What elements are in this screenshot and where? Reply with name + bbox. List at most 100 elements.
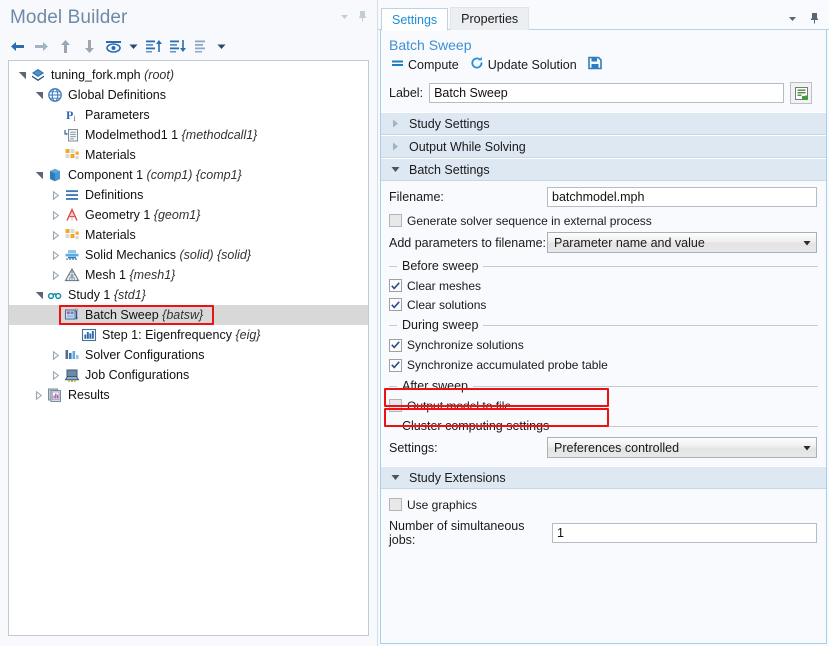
move-down-icon[interactable] — [78, 35, 100, 57]
tree-collapse-arrow-icon[interactable] — [49, 270, 63, 280]
back-icon[interactable] — [6, 35, 28, 57]
tree-node-label: Batch Sweep — [85, 308, 159, 322]
group-line — [473, 385, 818, 387]
cluster-settings-label: Settings: — [389, 440, 438, 455]
compute-button[interactable]: Compute — [391, 57, 459, 72]
tree-collapse-arrow-icon[interactable] — [49, 350, 63, 360]
tree-node-batch-sweep[interactable]: p Batch Sweep {batsw} — [9, 305, 368, 325]
select-value: Parameter name and value — [554, 235, 705, 250]
section-study-extensions[interactable]: Study Extensions — [381, 466, 826, 489]
collapse-menu-icon[interactable] — [783, 9, 801, 27]
tree-node-component-1[interactable]: Component 1 (comp1) {comp1} — [9, 165, 368, 185]
tree-collapse-arrow-icon[interactable] — [49, 210, 63, 220]
tree-node-tuning-fork-mph[interactable]: tuning_fork.mph (root) — [9, 65, 368, 85]
synchronize-solutions-checkbox[interactable]: Synchronize solutions — [389, 335, 818, 355]
chevron-down-icon — [798, 445, 816, 451]
settings-header-controls — [783, 9, 829, 30]
study-icon — [46, 287, 64, 303]
chevron-right-icon — [387, 119, 403, 128]
tree-node-results[interactable]: Results — [9, 385, 368, 405]
tree-expand-arrow-icon[interactable] — [32, 291, 46, 300]
rename-icon[interactable] — [790, 82, 813, 104]
group-line — [483, 265, 818, 267]
tree-node-modelmethod1-1[interactable]: Modelmethod1 1 {methodcall1} — [9, 125, 368, 145]
expand-all-icon[interactable] — [142, 35, 164, 57]
tree-node-solid-mechanics[interactable]: Solid Mechanics (solid) {solid} — [9, 245, 368, 265]
group-label: Before sweep — [402, 259, 479, 273]
checkbox-box — [389, 338, 402, 352]
tree-node-global-definitions[interactable]: Global Definitions — [9, 85, 368, 105]
settings-node-title: Batch Sweep — [389, 37, 472, 53]
generate-solver-sequence-checkbox[interactable]: Generate solver sequence in external pro… — [389, 211, 818, 230]
synchronize-probe-table-checkbox[interactable]: Synchronize accumulated probe table — [389, 355, 818, 375]
tree-node-label: Component 1 — [68, 168, 144, 182]
label-input[interactable]: Batch Sweep — [429, 83, 785, 103]
tree-collapse-arrow-icon[interactable] — [49, 250, 63, 260]
section-title: Study Extensions — [409, 470, 506, 485]
tree-collapse-arrow-icon[interactable] — [49, 190, 63, 200]
pin-icon[interactable] — [805, 9, 823, 27]
tree-node-step-1-eigenfrequency[interactable]: Step 1: Eigenfrequency {eig} — [9, 325, 368, 345]
tree-node-materials[interactable]: Materials — [9, 225, 368, 245]
collapse-menu-icon[interactable] — [335, 7, 353, 25]
checkbox-label: Use graphics — [407, 497, 478, 512]
tree-collapse-arrow-icon[interactable] — [49, 370, 63, 380]
section-output-while-solving[interactable]: Output While Solving — [381, 135, 826, 158]
clear-solutions-checkbox[interactable]: Clear solutions — [389, 295, 818, 314]
move-up-icon[interactable] — [54, 35, 76, 57]
show-dropdown-icon[interactable] — [126, 35, 140, 57]
simultaneous-jobs-input[interactable]: 1 — [552, 523, 817, 543]
settings-tab-row: Settings Properties — [378, 0, 829, 31]
tab-settings[interactable]: Settings — [381, 8, 449, 31]
cluster-settings-row: Settings: Preferences controlled — [389, 437, 818, 458]
clear-meshes-checkbox[interactable]: Clear meshes — [389, 276, 818, 295]
model-tree: tuning_fork.mph (root) Global Definitions… — [9, 61, 368, 405]
forward-icon[interactable] — [30, 35, 52, 57]
tree-node-parameters[interactable]: Pi Parameters — [9, 105, 368, 125]
materials-icon — [63, 147, 81, 163]
model-builder-header: Model Builder — [0, 0, 377, 32]
update-solution-button[interactable]: Update Solution — [470, 56, 577, 73]
group-dash — [389, 425, 397, 427]
component-icon — [46, 167, 64, 183]
tree-expand-arrow-icon[interactable] — [15, 71, 29, 80]
tree-node-materials[interactable]: Materials — [9, 145, 368, 165]
filename-label: Filename: — [389, 190, 444, 204]
settings-action-toolbar: Compute Update Solution — [381, 55, 826, 79]
update-solution-label: Update Solution — [487, 57, 577, 72]
tree-node-tag: (root) — [144, 68, 174, 82]
show-icon[interactable] — [102, 35, 124, 57]
save-icon — [587, 56, 602, 73]
group-label: After sweep — [402, 379, 469, 393]
use-graphics-checkbox[interactable]: Use graphics — [389, 495, 818, 514]
output-model-to-file-checkbox[interactable]: Output model to file — [389, 396, 818, 415]
tree-node-label: Modelmethod1 1 — [85, 128, 179, 142]
section-title: Study Settings — [409, 116, 490, 131]
save-button[interactable] — [587, 56, 602, 73]
section-study-settings[interactable]: Study Settings — [381, 112, 826, 135]
tree-node-mesh-1[interactable]: Mesh 1 {mesh1} — [9, 265, 368, 285]
tree-collapse-arrow-icon[interactable] — [49, 230, 63, 240]
tree-node-study-1[interactable]: Study 1 {std1} — [9, 285, 368, 305]
tab-properties[interactable]: Properties — [450, 7, 530, 30]
section-batch-settings[interactable]: Batch Settings — [381, 158, 826, 181]
add-parameters-select[interactable]: Parameter name and value — [547, 232, 817, 253]
group-dash — [389, 385, 397, 387]
tree-expand-arrow-icon[interactable] — [32, 171, 46, 180]
checkbox-label: Clear solutions — [407, 297, 487, 312]
tree-node-geometry-1[interactable]: Geometry 1 {geom1} — [9, 205, 368, 225]
tree-node-solver-configurations[interactable]: Solver Configurations — [9, 345, 368, 365]
tree-expand-arrow-icon[interactable] — [32, 91, 46, 100]
cluster-settings-select[interactable]: Preferences controlled — [547, 437, 817, 458]
collapse-all-icon[interactable] — [166, 35, 188, 57]
tree-collapse-arrow-icon[interactable] — [32, 390, 46, 400]
svg-text:P: P — [66, 108, 73, 122]
tree-options-dropdown-icon[interactable] — [214, 35, 228, 57]
refresh-icon — [470, 56, 484, 73]
tree-options-icon[interactable] — [190, 35, 212, 57]
pin-icon[interactable] — [353, 7, 371, 25]
filename-input[interactable]: batchmodel.mph — [547, 187, 817, 207]
tree-node-definitions[interactable]: Definitions — [9, 185, 368, 205]
tree-node-job-configurations[interactable]: Job Configurations — [9, 365, 368, 385]
model-tree-container[interactable]: tuning_fork.mph (root) Global Definitions… — [8, 60, 369, 636]
